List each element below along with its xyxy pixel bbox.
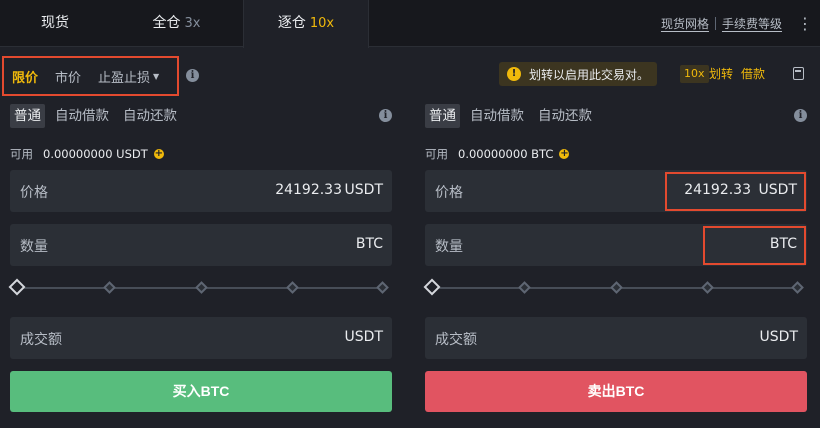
mode-auto-repay[interactable]: 自动还款 xyxy=(534,104,596,128)
available-label: 可用 xyxy=(425,147,448,161)
slider-tick[interactable] xyxy=(286,281,299,294)
tab-label: 现货 xyxy=(41,15,69,31)
price-unit: USDT xyxy=(344,182,383,198)
tab-label: 逐仓 xyxy=(277,15,306,31)
tab-spot[interactable]: 现货 xyxy=(0,0,110,47)
buy-button[interactable]: 买入BTC xyxy=(10,371,392,412)
spot-grid-link[interactable]: 现货网格 xyxy=(661,15,709,32)
slider-handle[interactable] xyxy=(8,278,26,296)
mode-auto-borrow[interactable]: 自动借款 xyxy=(51,104,113,128)
order-type-market[interactable]: 市价 xyxy=(55,67,81,86)
price-value[interactable]: 24192.33 xyxy=(275,182,342,198)
order-type-selector: 限价 市价 止盈止损 ▼ xyxy=(2,56,179,96)
tab-leverage: 3x xyxy=(184,16,201,31)
slider-tick[interactable] xyxy=(701,281,714,294)
slider-tick[interactable] xyxy=(103,281,116,294)
info-icon[interactable]: i xyxy=(794,109,807,122)
margin-mode-row: 普通 自动借款 自动还款 i xyxy=(10,103,392,129)
total-unit: USDT xyxy=(759,329,798,345)
total-label: 成交额 xyxy=(435,332,477,348)
info-icon[interactable]: i xyxy=(186,69,199,82)
plus-icon[interactable]: + xyxy=(153,149,164,159)
transfer-link[interactable]: 划转 xyxy=(709,65,733,83)
sell-panel: 普通 自动借款 自动还款 i 可用 0.00000000 BTC + 价格 24… xyxy=(423,100,820,428)
tab-isolated-margin[interactable]: 逐仓 10x xyxy=(243,0,369,48)
total-label: 成交额 xyxy=(20,332,62,348)
mode-auto-borrow[interactable]: 自动借款 xyxy=(466,104,528,128)
quantity-highlight-box xyxy=(703,226,806,265)
available-value: 0.00000000 USDT xyxy=(43,147,148,161)
leverage-badge[interactable]: 10x xyxy=(680,65,709,83)
slider-tick[interactable] xyxy=(376,281,389,294)
mode-auto-repay[interactable]: 自动还款 xyxy=(119,104,181,128)
buy-panel: 普通 自动借款 自动还款 i 可用 0.00000000 USDT + 价格 2… xyxy=(8,100,406,428)
quantity-label: 数量 xyxy=(435,239,463,255)
market-tab-bar: 现货 全仓 3x 逐仓 10x 现货网格 手续费等级 ⋮ xyxy=(0,0,820,48)
info-icon[interactable]: i xyxy=(379,109,392,122)
available-balance: 可用 0.00000000 BTC + xyxy=(425,146,570,162)
sell-button[interactable]: 卖出BTC xyxy=(425,371,807,412)
total-unit: USDT xyxy=(344,329,383,345)
price-input[interactable]: 价格 24192.33 USDT xyxy=(10,170,392,212)
tab-label: 全仓 xyxy=(152,15,181,31)
warning-icon: ! xyxy=(507,67,521,81)
notice-text: 划转以启用此交易对。 xyxy=(529,67,650,82)
caret-down-icon[interactable]: ▼ xyxy=(153,72,159,81)
transfer-notice: ! 划转以启用此交易对。 xyxy=(499,62,658,86)
amount-slider[interactable] xyxy=(8,278,392,298)
slider-tick[interactable] xyxy=(195,281,208,294)
kebab-icon[interactable]: ⋮ xyxy=(790,14,820,33)
amount-slider[interactable] xyxy=(423,278,807,298)
order-type-limit[interactable]: 限价 xyxy=(12,67,38,86)
price-highlight-box xyxy=(665,172,806,211)
quantity-input[interactable]: 数量 BTC xyxy=(10,224,392,266)
available-value: 0.00000000 BTC xyxy=(458,147,554,161)
tab-cross-margin[interactable]: 全仓 3x xyxy=(110,0,243,47)
divider xyxy=(714,17,716,30)
available-balance: 可用 0.00000000 USDT + xyxy=(10,146,164,162)
slider-handle[interactable] xyxy=(423,278,441,296)
slider-tick[interactable] xyxy=(610,281,623,294)
mode-normal[interactable]: 普通 xyxy=(425,104,460,128)
quantity-unit: BTC xyxy=(355,236,383,252)
fee-level-link[interactable]: 手续费等级 xyxy=(722,15,782,32)
order-type-row: 限价 市价 止盈止损 ▼ i ! 划转以启用此交易对。 10x 划转 借款 xyxy=(0,56,820,96)
price-label: 价格 xyxy=(20,185,48,201)
quantity-label: 数量 xyxy=(20,239,48,255)
available-label: 可用 xyxy=(10,147,33,161)
top-links: 现货网格 手续费等级 ⋮ xyxy=(661,0,820,47)
plus-icon[interactable]: + xyxy=(559,149,570,159)
order-type-stop[interactable]: 止盈止损 xyxy=(98,67,150,86)
total-input[interactable]: 成交额 USDT xyxy=(425,317,807,359)
price-label: 价格 xyxy=(435,185,463,201)
tab-leverage: 10x xyxy=(309,16,335,31)
borrow-link[interactable]: 借款 xyxy=(741,65,765,83)
calculator-icon[interactable] xyxy=(793,67,804,80)
slider-tick[interactable] xyxy=(518,281,531,294)
margin-mode-row: 普通 自动借款 自动还款 i xyxy=(425,103,807,129)
slider-tick[interactable] xyxy=(791,281,804,294)
total-input[interactable]: 成交额 USDT xyxy=(10,317,392,359)
mode-normal[interactable]: 普通 xyxy=(10,104,45,128)
